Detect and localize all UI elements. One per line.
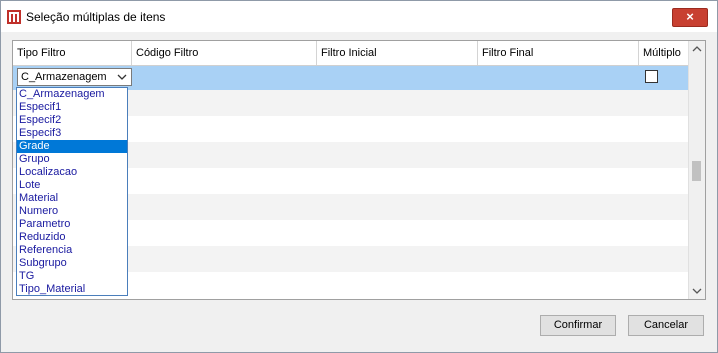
header-codigo-filtro[interactable]: Código Filtro [132, 41, 317, 65]
dropdown-option[interactable]: Especif3 [17, 127, 127, 140]
dropdown-option[interactable]: Localizacao [17, 166, 127, 179]
dropdown-option[interactable]: Especif1 [17, 101, 127, 114]
scrollbar-thumb[interactable] [692, 161, 701, 181]
dropdown-option[interactable]: Subgrupo [17, 257, 127, 270]
scroll-down-icon[interactable] [692, 287, 702, 295]
tipo-filtro-dropdown-list[interactable]: C_Armazenagem Especif1 Especif2 Especif3… [16, 87, 128, 296]
multiplo-checkbox[interactable] [645, 70, 658, 83]
title-bar: Seleção múltiplas de itens × [1, 1, 717, 32]
dropdown-option[interactable]: Material [17, 192, 127, 205]
dropdown-option[interactable]: Parametro [17, 218, 127, 231]
header-filtro-final[interactable]: Filtro Final [478, 41, 639, 65]
dialog-window: Seleção múltiplas de itens × Tipo Filtro… [0, 0, 718, 353]
tipo-filtro-value: C_Armazenagem [21, 71, 107, 83]
dropdown-option[interactable]: Especif2 [17, 114, 127, 127]
dropdown-option[interactable]: Grade [17, 140, 127, 153]
tipo-filtro-combo[interactable]: C_Armazenagem [17, 68, 132, 86]
window-title: Seleção múltiplas de itens [26, 10, 166, 24]
dropdown-option[interactable]: Referencia [17, 244, 127, 257]
dropdown-option[interactable]: Tipo_Material [17, 283, 127, 295]
header-filtro-inicial[interactable]: Filtro Inicial [317, 41, 478, 65]
dropdown-option[interactable]: Grupo [17, 153, 127, 166]
close-button[interactable]: × [672, 8, 708, 27]
vertical-scrollbar[interactable] [688, 41, 705, 299]
dropdown-option[interactable]: Numero [17, 205, 127, 218]
cancel-button[interactable]: Cancelar [628, 315, 704, 336]
chevron-down-icon[interactable] [117, 72, 127, 82]
grid-header: Tipo Filtro Código Filtro Filtro Inicial… [13, 41, 688, 66]
dropdown-option[interactable]: Lote [17, 179, 127, 192]
dropdown-option[interactable]: TG [17, 270, 127, 283]
header-multiplo[interactable]: Múltiplo [639, 41, 688, 65]
scroll-up-icon[interactable] [692, 45, 702, 53]
confirm-button[interactable]: Confirmar [540, 315, 616, 336]
header-tipo-filtro[interactable]: Tipo Filtro [13, 41, 132, 65]
dropdown-option[interactable]: Reduzido [17, 231, 127, 244]
app-icon [7, 10, 21, 24]
dropdown-option[interactable]: C_Armazenagem [17, 88, 127, 101]
